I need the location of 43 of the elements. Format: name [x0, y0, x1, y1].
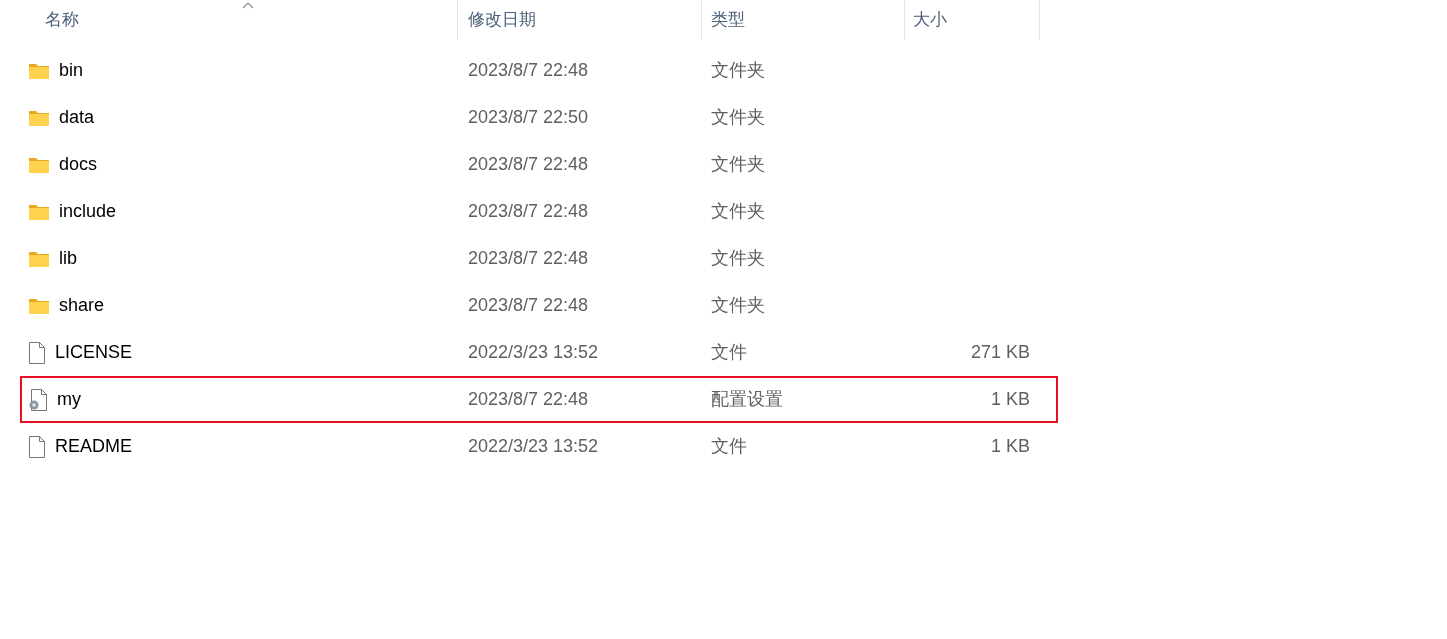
file-name[interactable]: LICENSE	[55, 339, 133, 366]
column-header[interactable]: 类型	[702, 0, 905, 40]
column-header[interactable]: 大小	[905, 0, 1040, 40]
file-name[interactable]: include	[59, 198, 117, 225]
modified-date: 2023/8/7 22:48	[468, 201, 589, 221]
file-type: 文件夹	[711, 107, 765, 127]
file-size: 1 KB	[990, 389, 1030, 409]
file-size: 271 KB	[970, 342, 1030, 362]
file-type: 文件夹	[711, 60, 765, 80]
file-name[interactable]: README	[55, 433, 132, 460]
modified-date: 2023/8/7 22:48	[468, 389, 589, 409]
file-type: 文件夹	[711, 201, 765, 221]
modified-date: 2022/3/23 13:52	[468, 436, 599, 456]
file-name[interactable]: docs	[59, 151, 98, 178]
modified-date: 2023/8/7 22:48	[468, 295, 589, 315]
modified-date: 2022/3/23 13:52	[468, 342, 599, 362]
file-name[interactable]: my	[57, 386, 81, 413]
folder-icon	[28, 202, 50, 221]
file-size: 1 KB	[990, 436, 1030, 456]
modified-date: 2023/8/7 22:50	[468, 107, 589, 127]
modified-date: 2023/8/7 22:48	[468, 248, 589, 268]
file-type: 配置设置	[711, 389, 783, 409]
file-type: 文件夹	[711, 248, 765, 268]
folder-icon	[28, 296, 50, 315]
file-type: 文件夹	[711, 154, 765, 174]
file-name[interactable]: share	[59, 292, 105, 319]
document-icon	[28, 341, 46, 364]
folder-icon	[28, 61, 50, 80]
folder-icon	[28, 108, 50, 127]
file-name[interactable]: lib	[59, 245, 77, 272]
file-type: 文件	[711, 342, 747, 362]
folder-icon	[28, 155, 50, 174]
file-type: 文件	[711, 436, 747, 456]
folder-icon	[28, 249, 50, 268]
modified-date: 2023/8/7 22:48	[468, 60, 589, 80]
file-name[interactable]: data	[59, 104, 95, 131]
modified-date: 2023/8/7 22:48	[468, 154, 589, 174]
document-icon	[28, 435, 46, 458]
file-type: 文件夹	[711, 295, 765, 315]
column-header[interactable]: 修改日期	[458, 0, 702, 40]
settings-file-icon	[28, 388, 48, 411]
file-name[interactable]: bin	[59, 57, 84, 84]
column-header[interactable]: 名称	[0, 0, 458, 40]
